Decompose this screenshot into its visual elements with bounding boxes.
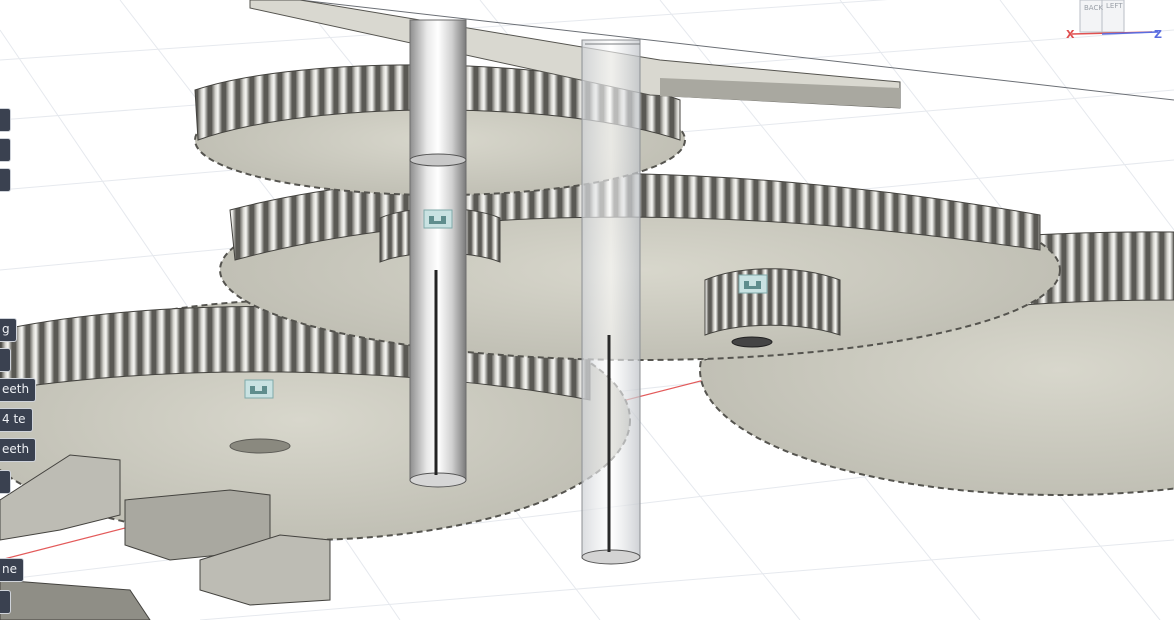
view-cube-face-left[interactable]: LEFT — [1106, 2, 1123, 10]
view-cube[interactable]: BACK LEFT X Z — [1062, 0, 1174, 44]
joint-icon[interactable] — [738, 274, 768, 294]
browser-node-collapsed[interactable] — [0, 590, 11, 614]
browser-node-collapsed[interactable] — [0, 138, 11, 162]
browser-node-collapsed[interactable] — [0, 108, 11, 132]
joint-icon[interactable] — [244, 379, 274, 399]
browser-label[interactable]: 4 te — [0, 408, 33, 432]
browser-node-collapsed[interactable] — [0, 470, 11, 494]
joint-icon[interactable] — [423, 209, 453, 229]
x-axis-label: X — [1066, 28, 1075, 41]
z-axis-label: Z — [1154, 28, 1162, 41]
pinion-right — [704, 268, 841, 336]
shaft-glass — [581, 39, 641, 565]
view-cube-face-back[interactable]: BACK — [1084, 4, 1103, 12]
browser-label[interactable]: eeth — [0, 378, 37, 402]
browser-label[interactable]: ne — [0, 558, 24, 582]
browser-node-collapsed[interactable] — [0, 348, 11, 372]
browser-node-collapsed[interactable] — [0, 168, 11, 192]
browser-label[interactable]: g — [0, 318, 17, 342]
shaft-hole-right — [731, 336, 773, 348]
browser-label[interactable]: eeth — [0, 438, 37, 462]
canvas-viewport[interactable] — [0, 0, 1174, 621]
shaft-left — [409, 19, 467, 488]
